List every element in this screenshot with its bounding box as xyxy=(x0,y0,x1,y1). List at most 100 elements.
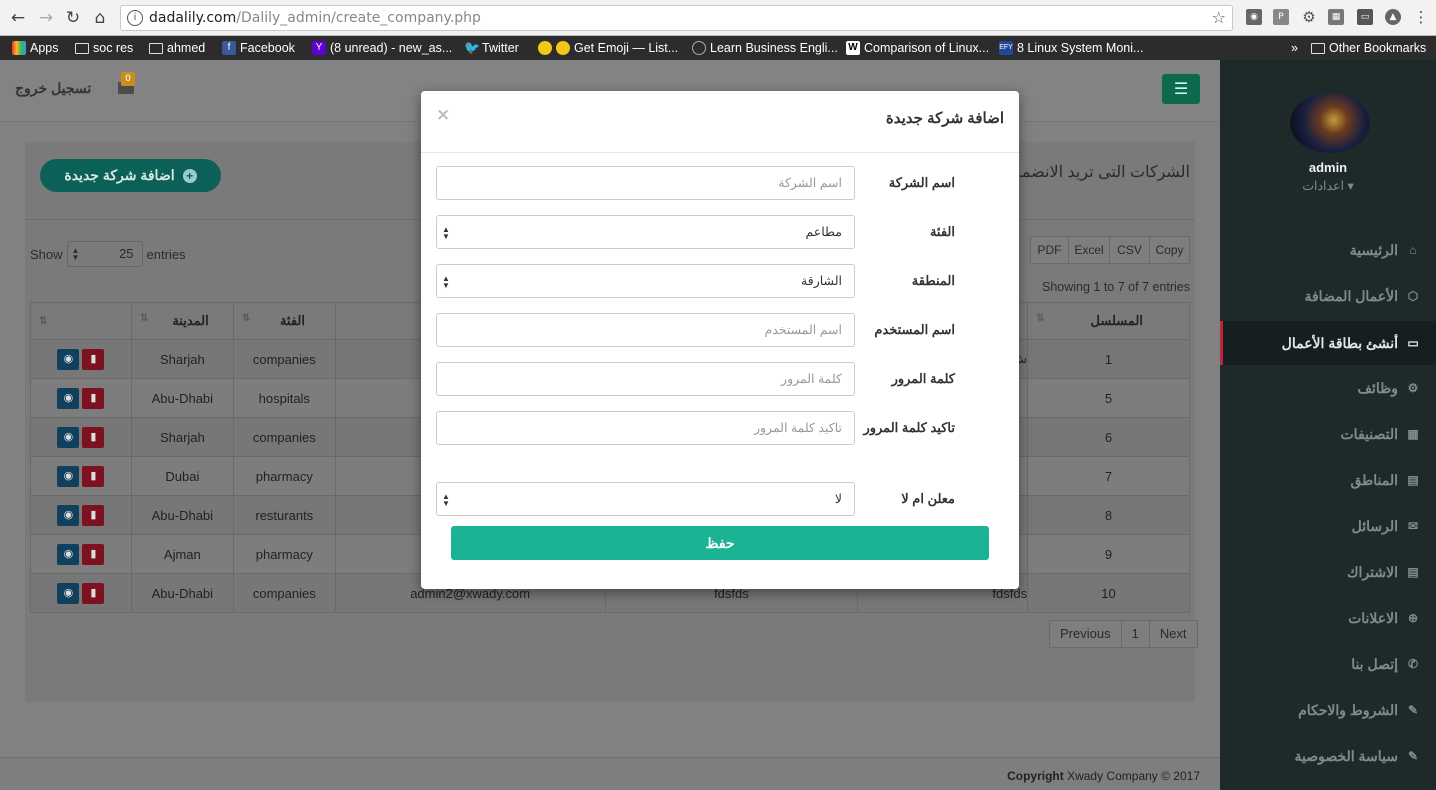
cell-city: Dubai xyxy=(130,456,234,496)
reload-icon[interactable]: ↻ xyxy=(63,8,83,28)
sort-icon[interactable]: ⇅ xyxy=(132,313,148,324)
eye-icon[interactable]: ◉ xyxy=(57,426,80,448)
sidebar-item-home[interactable]: ⌂ الرئيسية xyxy=(1220,230,1436,270)
pagination-previous[interactable]: Previous xyxy=(1050,621,1121,647)
copyright: Copyright Xwady Company © 2017 xyxy=(1007,769,1200,783)
trash-icon[interactable]: ▮ xyxy=(82,543,105,565)
category-select[interactable]: ▲ ▼ مطاعم xyxy=(436,215,855,249)
sidebar-item-ads[interactable]: ⊕ الاعلانات xyxy=(1220,598,1436,638)
sidebar-item-messages[interactable]: ✉ الرسائل xyxy=(1220,506,1436,546)
cell-serial: 10 xyxy=(1027,573,1190,613)
cell-category: hospitals xyxy=(232,378,336,418)
cell-category: pharmacy xyxy=(232,456,336,496)
info-icon[interactable]: i xyxy=(127,10,143,26)
bookmark-linux-monitor[interactable]: EFY 8 Linux System Moni... xyxy=(999,38,1143,58)
pagination-page[interactable]: 1 xyxy=(1120,621,1149,647)
monitor-icon[interactable]: ▭ xyxy=(1357,9,1373,25)
sidebar-item-jobs[interactable]: ⚙ وظائف xyxy=(1220,368,1436,408)
bookmark-learn-business[interactable]: Learn Business Engli... xyxy=(692,38,838,58)
sort-icon[interactable]: ⇅ xyxy=(31,316,47,327)
sidebar-item-categories[interactable]: ▦ التصنيفات xyxy=(1220,414,1436,454)
panel-title: الشركات التى تريد الانضمام xyxy=(1020,164,1190,181)
url-text[interactable]: dadalily.com/Dalily_admin/create_company… xyxy=(149,10,481,26)
trash-icon[interactable]: ▮ xyxy=(82,387,105,409)
sidebar-item-subscription[interactable]: ▤ الاشتراك xyxy=(1220,552,1436,592)
eye-icon[interactable]: ◉ xyxy=(57,582,80,604)
col-category[interactable]: ⇅ الفئة xyxy=(232,302,336,340)
eye-icon[interactable]: ◉ xyxy=(57,348,80,370)
confirm-password-input[interactable]: تاكيد كلمة المرور xyxy=(436,411,855,445)
bookmark-soc-res[interactable]: soc res xyxy=(75,38,133,58)
bookmark-apps[interactable]: Apps xyxy=(12,38,59,58)
export-csv-button[interactable]: CSV xyxy=(1109,236,1150,264)
logout-link[interactable]: تسجيل خروج xyxy=(15,80,91,97)
address-bar[interactable]: i dadalily.com/Dalily_admin/create_compa… xyxy=(120,5,1233,31)
eye-icon[interactable]: ◉ xyxy=(57,387,80,409)
back-icon[interactable]: ← xyxy=(8,8,28,28)
folder-icon xyxy=(1311,42,1325,54)
eye-icon[interactable]: ◉ xyxy=(57,465,80,487)
save-button[interactable]: حفظ xyxy=(451,526,989,560)
hamburger-menu-button[interactable]: ☰ xyxy=(1162,74,1200,104)
home-icon: ⌂ xyxy=(1409,243,1417,257)
film-icon[interactable]: ▦ xyxy=(1328,9,1344,25)
bookmark-comparison-linux[interactable]: W Comparison of Linux... xyxy=(846,38,989,58)
avatar xyxy=(1290,93,1370,153)
browser-toolbar: ← → ↻ ⌂ i dadalily.com/Dalily_admin/crea… xyxy=(0,0,1436,35)
camera-icon[interactable]: ◉ xyxy=(1246,9,1262,25)
page-length-select[interactable]: ▲ ▼ 25 xyxy=(66,241,143,267)
export-pdf-button[interactable]: PDF xyxy=(1030,236,1069,264)
cell-actions: ◉ ▮ xyxy=(30,495,132,535)
close-icon[interactable]: × xyxy=(436,105,450,125)
drive-icon[interactable]: ▲ xyxy=(1385,9,1401,25)
bookmark-yahoo[interactable]: Y (8 unread) - new_as... xyxy=(312,38,452,58)
mail-count-badge: 0 xyxy=(121,72,135,86)
sort-icon[interactable]: ⇅ xyxy=(1028,313,1044,324)
sidebar-item-privacy[interactable]: ✎ سياسة الخصوصية xyxy=(1220,736,1436,776)
sidebar-item-create-business-card[interactable]: ▭ أنشئ بطاقة الأعمال xyxy=(1220,321,1436,365)
region-select[interactable]: ▲ ▼ الشارقة xyxy=(436,264,855,298)
settings-gear-icon[interactable]: ⚙ xyxy=(1301,9,1317,25)
settings-dropdown[interactable]: اعدادات ▾ xyxy=(1220,178,1436,193)
pagination-next[interactable]: Next xyxy=(1148,621,1197,647)
export-excel-button[interactable]: Excel xyxy=(1068,236,1110,264)
browser-menu-icon[interactable]: ⋮ xyxy=(1413,9,1429,25)
cell-serial: 9 xyxy=(1027,534,1190,574)
add-company-button[interactable]: اضافة شركة جديدة + xyxy=(40,159,221,192)
bookmark-facebook[interactable]: f Facebook xyxy=(222,38,295,58)
sidebar-item-added-businesses[interactable]: ⬡ الأعمال المضافة xyxy=(1220,276,1436,316)
bookmark-get-emoji[interactable]: Get Emoji — List... xyxy=(538,38,678,58)
bookmark-star-icon[interactable]: ☆ xyxy=(1212,8,1226,27)
home-icon[interactable]: ⌂ xyxy=(90,8,110,28)
bookmark-ahmed[interactable]: ahmed xyxy=(149,38,205,58)
password-input[interactable]: كلمة المرور xyxy=(436,362,855,396)
username-input[interactable]: اسم المستخدم xyxy=(436,313,855,347)
sidebar-item-contact-us[interactable]: ✆ إتصل بنا xyxy=(1220,644,1436,684)
eye-icon[interactable]: ◉ xyxy=(57,504,80,526)
bookmarks-overflow-icon[interactable]: » xyxy=(1291,38,1298,58)
trash-icon[interactable]: ▮ xyxy=(82,348,105,370)
eye-icon[interactable]: ◉ xyxy=(57,543,80,565)
col-serial[interactable]: ⇅ المسلسل xyxy=(1027,302,1190,340)
company-name-input[interactable]: اسم الشركة xyxy=(436,166,855,200)
bookmark-other[interactable]: Other Bookmarks xyxy=(1311,38,1426,58)
trash-icon[interactable]: ▮ xyxy=(82,582,105,604)
sidebar-item-label: الرئيسية xyxy=(1349,241,1398,258)
add-company-label: اضافة شركة جديدة xyxy=(64,167,175,183)
forward-icon[interactable]: → xyxy=(36,8,56,28)
bookmark-twitter[interactable]: 🐦 Twitter xyxy=(464,38,519,58)
trash-icon[interactable]: ▮ xyxy=(82,504,105,526)
advertiser-select[interactable]: ▲ ▼ لا xyxy=(436,482,855,516)
trash-icon[interactable]: ▮ xyxy=(82,465,105,487)
sort-icon[interactable]: ⇅ xyxy=(234,313,250,324)
trash-icon[interactable]: ▮ xyxy=(82,426,105,448)
sidebar-item-terms[interactable]: ✎ الشروط والاحكام xyxy=(1220,690,1436,730)
sidebar-item-label: الاعلانات xyxy=(1348,609,1398,626)
sidebar-item-regions[interactable]: ▤ المناطق xyxy=(1220,460,1436,500)
col-city[interactable]: ⇅ المدينة xyxy=(130,302,234,340)
export-copy-button[interactable]: Copy xyxy=(1149,236,1190,264)
cell-serial: 5 xyxy=(1027,378,1190,418)
sidebar-item-label: سياسة الخصوصية xyxy=(1294,747,1398,764)
pdf-icon[interactable]: P xyxy=(1273,9,1289,25)
url-path: /Dalily_admin/create_company.php xyxy=(236,10,481,26)
